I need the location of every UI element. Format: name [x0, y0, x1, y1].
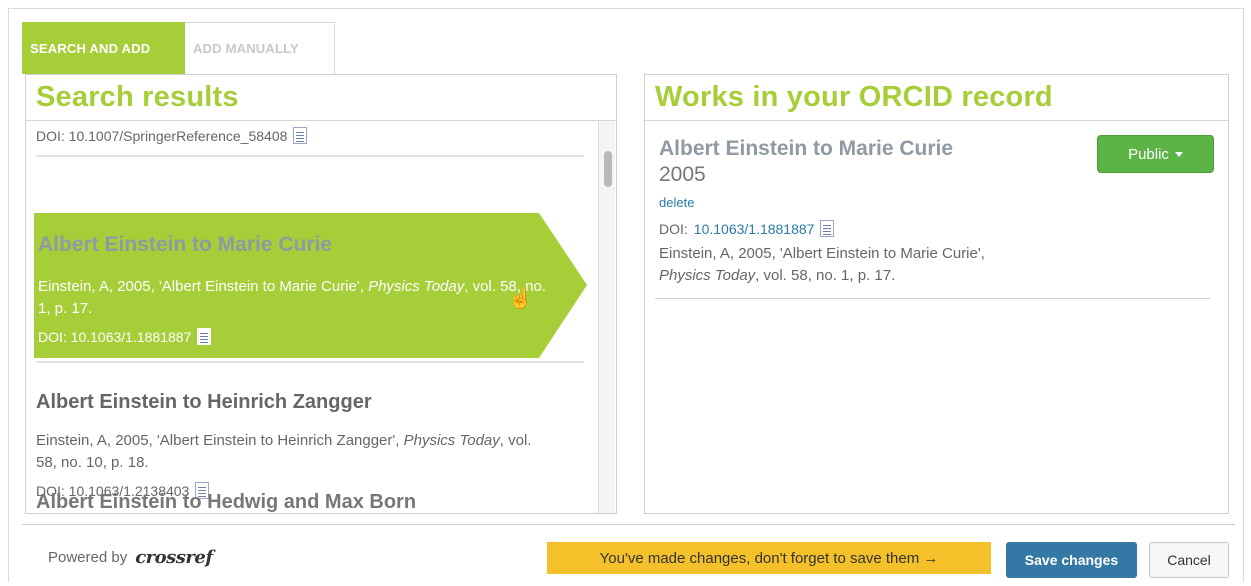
caret-down-icon — [1174, 151, 1183, 157]
scrollbar-thumb[interactable] — [604, 151, 612, 187]
search-results-list[interactable]: DOI: 10.1007/SpringerReference_58408 Alb… — [34, 121, 602, 513]
crossref-logo[interactable]: crossref — [135, 547, 213, 568]
result-citation: Einstein, A, 2005, 'Albert Einstein to M… — [38, 278, 546, 317]
tab-bar: SEARCH AND ADD ADD MANUALLY — [22, 22, 335, 74]
visibility-dropdown-button[interactable]: Public — [1097, 135, 1214, 173]
orcid-works-title: Works in your ORCID record — [655, 81, 1053, 113]
delete-link[interactable]: delete — [659, 195, 1214, 210]
selected-result-item[interactable]: Albert Einstein to Marie Curie Einstein,… — [34, 213, 587, 358]
work-doi: DOI: 10.1063/1.1881887 — [659, 220, 1214, 237]
list-item-partial-title[interactable]: Albert Einstein to Hedwig and Max Born — [36, 491, 416, 513]
powered-by-label: Powered by — [48, 549, 128, 566]
search-results-panel: Search results DOI: 10.1007/SpringerRefe… — [25, 74, 617, 514]
list-item[interactable]: Albert Einstein to Heinrich Zangger Eins… — [36, 391, 556, 499]
doi-link[interactable]: 10.1063/1.1881887 — [694, 221, 815, 237]
result-citation: Einstein, A, 2005, 'Albert Einstein to H… — [36, 432, 532, 471]
work-citation: Einstein, A, 2005, 'Albert Einstein to M… — [659, 245, 985, 284]
result-doi: DOI: 10.1063/1.1881887 — [38, 328, 212, 345]
search-results-title: Search results — [36, 81, 239, 113]
powered-by: Powered by crossref — [48, 547, 213, 568]
footer-divider — [22, 524, 1235, 525]
results-scrollbar[interactable] — [598, 121, 615, 513]
list-item-doi: DOI: 10.1007/SpringerReference_58408 — [36, 127, 308, 144]
result-title: Albert Einstein to Marie Curie — [38, 233, 333, 256]
save-changes-button[interactable]: Save changes — [1006, 542, 1137, 578]
visibility-label: Public — [1128, 145, 1169, 163]
document-icon[interactable] — [197, 328, 212, 345]
cancel-button[interactable]: Cancel — [1149, 542, 1229, 578]
document-icon[interactable] — [820, 220, 835, 237]
doi-prefix: DOI: — [659, 220, 688, 237]
list-divider — [36, 155, 584, 157]
doi-text: DOI: 10.1007/SpringerReference_58408 — [36, 127, 288, 144]
tab-search-and-add[interactable]: SEARCH AND ADD — [22, 22, 185, 74]
document-icon[interactable] — [293, 127, 308, 144]
hand-cursor-icon: ☝ — [508, 288, 533, 310]
result-title: Albert Einstein to Heinrich Zangger — [36, 391, 372, 413]
unsaved-changes-notice: You've made changes, don't forget to sav… — [547, 542, 991, 574]
list-divider — [36, 361, 584, 363]
title-divider — [645, 120, 1228, 121]
tab-add-manually[interactable]: ADD MANUALLY — [185, 22, 335, 74]
orcid-works-panel: Works in your ORCID record Albert Einste… — [644, 74, 1229, 514]
work-divider — [655, 298, 1210, 299]
